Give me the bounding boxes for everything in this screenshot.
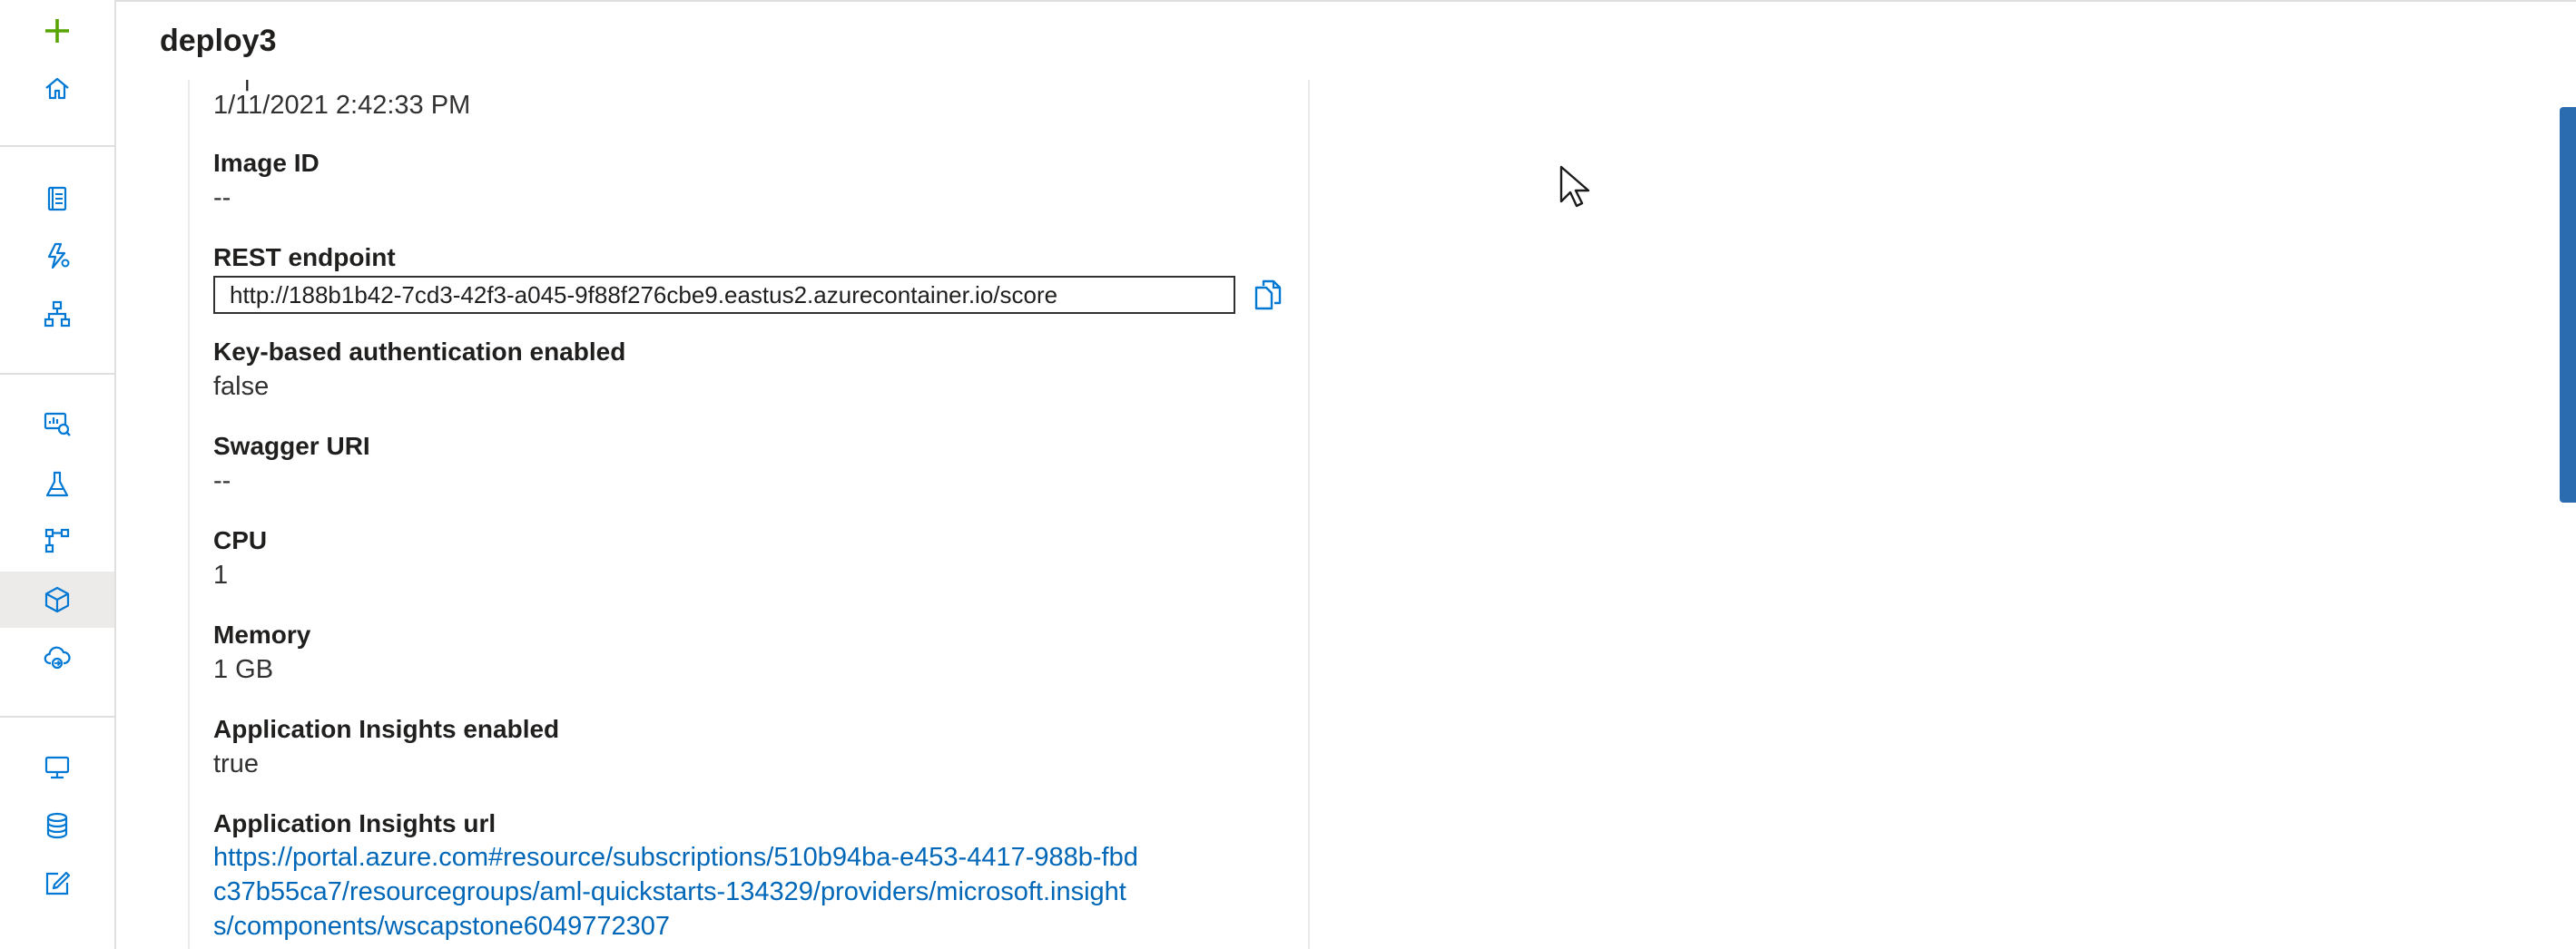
cpu-value: 1: [213, 561, 229, 590]
app-insights-url-link-line-2[interactable]: c37b55ca7/resourcegroups/aml-quickstarts…: [213, 875, 1284, 909]
models-icon: [44, 586, 70, 613]
app-insights-url-link-line-3[interactable]: s/components/wscapstone6049772307: [213, 909, 1284, 944]
nav-home[interactable]: [0, 61, 114, 117]
pipelines-icon: [44, 528, 70, 553]
compute-icon: [44, 756, 70, 779]
rest-endpoint-row: [213, 276, 1284, 314]
labeling-icon: [45, 871, 71, 895]
experiments-icon: [45, 471, 69, 497]
rest-endpoint-input[interactable]: [213, 276, 1236, 314]
app-insights-enabled-value: true: [213, 749, 259, 778]
nav-automated-ml[interactable]: [0, 228, 114, 284]
image-id-field: Image ID --: [213, 147, 1284, 216]
swagger-uri-field: Swagger URI --: [213, 430, 1284, 499]
nav-notebooks[interactable]: [0, 171, 114, 227]
nav-datasets[interactable]: [0, 396, 114, 452]
app-insights-enabled-field: Application Insights enabled true: [213, 713, 1284, 782]
page-title: deploy3: [160, 24, 277, 58]
key-auth-value: false: [213, 372, 270, 401]
copy-endpoint-button[interactable]: [1252, 277, 1284, 313]
side-panel-toggle[interactable]: [2560, 107, 2576, 503]
datasets-icon: [44, 412, 71, 436]
rest-endpoint-field: REST endpoint: [213, 241, 1284, 314]
nav-models[interactable]: [0, 572, 114, 628]
cpu-field: CPU 1: [213, 524, 1284, 593]
memory-field: Memory 1 GB: [213, 619, 1284, 688]
nav-endpoints[interactable]: [0, 630, 114, 686]
nav-datastores[interactable]: [0, 797, 114, 854]
app-insights-url-field: Application Insights url https://portal.…: [213, 807, 1284, 944]
datastores-icon: [46, 812, 68, 839]
create-new-button[interactable]: [0, 3, 114, 59]
top-border: [116, 0, 2576, 2]
app-insights-enabled-label: Application Insights enabled: [213, 715, 560, 743]
nav-compute[interactable]: [0, 739, 114, 796]
app-insights-url-link-line-1[interactable]: https://portal.azure.com#resource/subscr…: [213, 840, 1284, 875]
endpoint-details-panel: ┴ ╷ 1/11/2021 2:42:33 PM Image ID -- RES…: [188, 80, 1310, 949]
nav-divider: [0, 373, 114, 375]
cpu-label: CPU: [213, 526, 268, 554]
swagger-uri-value: --: [213, 466, 231, 495]
created-on-value: 1/11/2021 2:42:33 PM: [213, 91, 471, 120]
created-on-field: 1/11/2021 2:42:33 PM: [213, 87, 1284, 123]
image-id-value: --: [213, 183, 231, 212]
nav-experiments[interactable]: [0, 456, 114, 513]
endpoints-icon: [44, 646, 71, 670]
nav-pipelines[interactable]: [0, 513, 114, 569]
app-insights-url-label: Application Insights url: [213, 809, 497, 837]
rest-endpoint-label: REST endpoint: [213, 243, 396, 271]
notebook-icon: [47, 186, 67, 211]
designer-icon: [44, 300, 71, 328]
mouse-cursor-icon: [1559, 165, 1590, 208]
plus-icon: [45, 19, 69, 43]
memory-label: Memory: [213, 621, 311, 649]
nav-divider: [0, 145, 114, 147]
image-id-label: Image ID: [213, 149, 320, 177]
swagger-uri-label: Swagger URI: [213, 432, 370, 460]
memory-value: 1 GB: [213, 655, 274, 684]
nav-data-labeling[interactable]: [0, 856, 114, 912]
automl-icon: [47, 242, 70, 269]
nav-designer[interactable]: [0, 286, 114, 342]
copy-icon: [1254, 279, 1282, 310]
key-auth-field: Key-based authentication enabled false: [213, 336, 1284, 405]
key-auth-label: Key-based authentication enabled: [213, 338, 626, 366]
home-icon: [45, 77, 69, 100]
nav-divider: [0, 716, 114, 718]
left-nav-rail: [0, 0, 116, 949]
